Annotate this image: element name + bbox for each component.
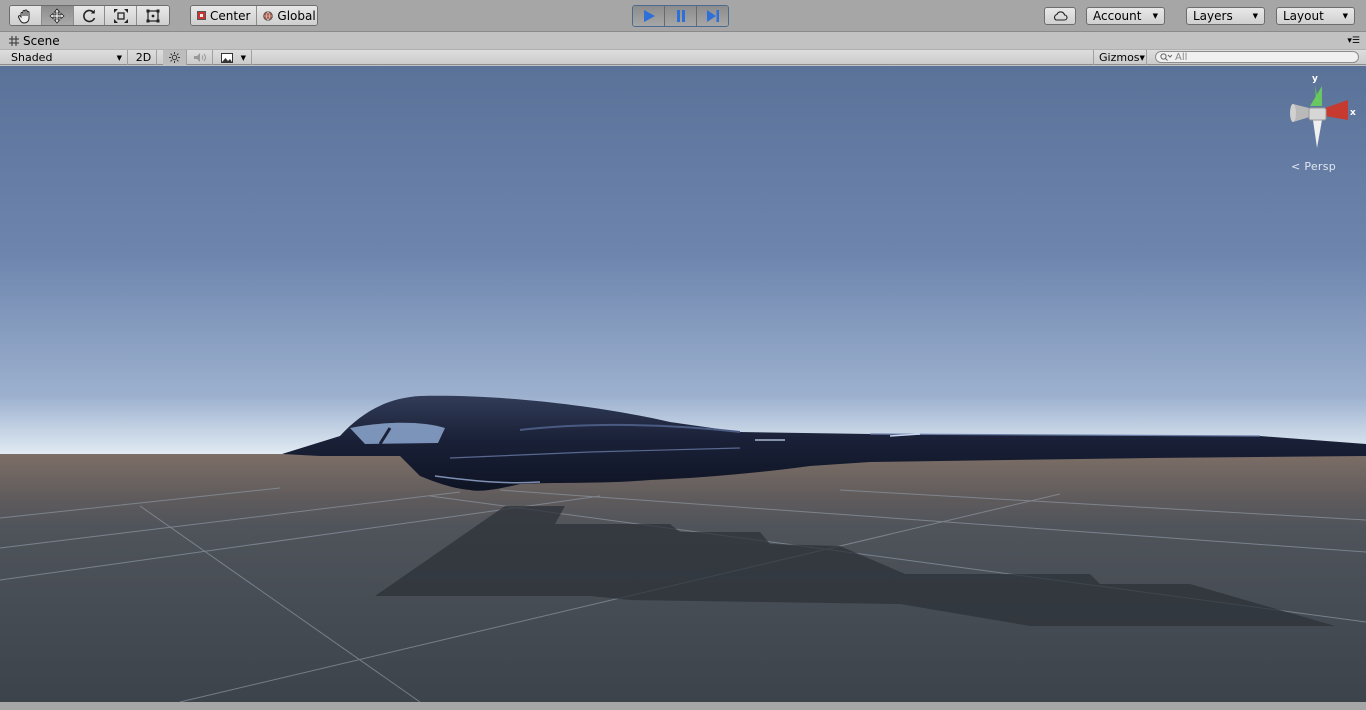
step-button[interactable] bbox=[697, 6, 728, 26]
cloud-icon bbox=[1054, 11, 1068, 21]
step-icon bbox=[706, 10, 719, 22]
sun-icon bbox=[169, 52, 180, 63]
pivot-center-icon bbox=[197, 11, 206, 20]
stealth-bomber-model[interactable] bbox=[270, 386, 1366, 506]
effects-dropdown[interactable]: ▼ bbox=[216, 50, 252, 65]
projection-label: Persp bbox=[1304, 160, 1337, 173]
hand-tool-button[interactable] bbox=[10, 6, 42, 25]
scene-tab[interactable]: Scene bbox=[3, 33, 66, 49]
shading-mode-dropdown[interactable]: Shaded ▼ bbox=[0, 50, 128, 65]
dropdown-caret-icon: ▼ bbox=[1252, 12, 1258, 20]
bottom-border bbox=[0, 702, 1366, 710]
layers-dropdown[interactable]: Layers ▼ bbox=[1186, 7, 1265, 25]
play-button[interactable] bbox=[633, 6, 665, 26]
pivot-center-label: Center bbox=[210, 8, 251, 23]
gizmo-x-label: x bbox=[1350, 108, 1356, 118]
rect-tool-button[interactable] bbox=[137, 6, 169, 25]
image-icon bbox=[221, 52, 233, 63]
gizmo-y-label: y bbox=[1312, 74, 1318, 84]
pivot-toggles: Center Global bbox=[190, 5, 318, 26]
rotate-icon bbox=[83, 9, 96, 22]
shading-mode-label: Shaded bbox=[11, 51, 53, 64]
projection-toggle[interactable]: < Persp bbox=[1291, 160, 1336, 173]
scale-icon bbox=[113, 8, 128, 23]
hierarchy-search-field[interactable]: All bbox=[1155, 51, 1359, 63]
scale-tool-button[interactable] bbox=[105, 6, 138, 25]
gizmos-label: Gizmos bbox=[1099, 51, 1140, 64]
audio-toggle[interactable] bbox=[187, 50, 213, 65]
orientation-gizmo[interactable] bbox=[1285, 76, 1360, 156]
speaker-icon bbox=[193, 53, 206, 62]
dropdown-caret-icon: ▼ bbox=[1152, 12, 1158, 20]
gizmos-dropdown[interactable]: Gizmos ▼ bbox=[1093, 50, 1147, 65]
search-placeholder: All bbox=[1175, 51, 1188, 63]
dropdown-caret-icon: ▼ bbox=[1139, 53, 1145, 62]
account-label: Account bbox=[1093, 9, 1142, 23]
cloud-button[interactable] bbox=[1044, 7, 1076, 25]
layers-label: Layers bbox=[1193, 9, 1233, 23]
pivot-global-button[interactable]: Global bbox=[257, 6, 317, 25]
move-tool-button[interactable] bbox=[41, 6, 74, 25]
layout-label: Layout bbox=[1283, 9, 1324, 23]
scene-tab-label: Scene bbox=[23, 34, 60, 48]
search-icon bbox=[1160, 53, 1172, 61]
dropdown-caret-icon: ▼ bbox=[1342, 12, 1348, 20]
perspective-icon: < bbox=[1291, 160, 1301, 173]
globe-icon bbox=[263, 10, 274, 21]
scene-grid-icon bbox=[9, 36, 19, 46]
transform-tools bbox=[9, 5, 170, 26]
scene-viewport[interactable]: y x < Persp bbox=[0, 66, 1366, 702]
pause-icon bbox=[676, 10, 685, 22]
rotate-tool-button[interactable] bbox=[73, 6, 106, 25]
play-icon bbox=[643, 10, 655, 22]
pivot-global-label: Global bbox=[277, 8, 316, 23]
mode-2d-toggle[interactable]: 2D bbox=[131, 50, 157, 65]
scene-toolbar: Shaded ▼ 2D ▼ Gizmos ▼ All bbox=[0, 49, 1366, 65]
mode-2d-label: 2D bbox=[135, 51, 152, 64]
dropdown-caret-icon: ▼ bbox=[116, 53, 122, 62]
account-dropdown[interactable]: Account ▼ bbox=[1086, 7, 1165, 25]
lighting-toggle[interactable] bbox=[163, 50, 187, 65]
tab-menu-icon[interactable]: ▾☰ bbox=[1347, 36, 1360, 46]
scene-tab-bar: Scene ▾☰ bbox=[0, 33, 1366, 49]
move-icon bbox=[49, 7, 65, 24]
pivot-center-button[interactable]: Center bbox=[191, 6, 258, 25]
pause-button[interactable] bbox=[665, 6, 697, 26]
dropdown-caret-icon: ▼ bbox=[240, 53, 246, 62]
rect-icon bbox=[146, 9, 160, 22]
layout-dropdown[interactable]: Layout ▼ bbox=[1276, 7, 1355, 25]
playback-controls bbox=[632, 5, 729, 27]
main-toolbar: Center Global Account ▼ Layers ▼ Layout … bbox=[0, 0, 1366, 32]
hand-icon bbox=[18, 9, 30, 24]
